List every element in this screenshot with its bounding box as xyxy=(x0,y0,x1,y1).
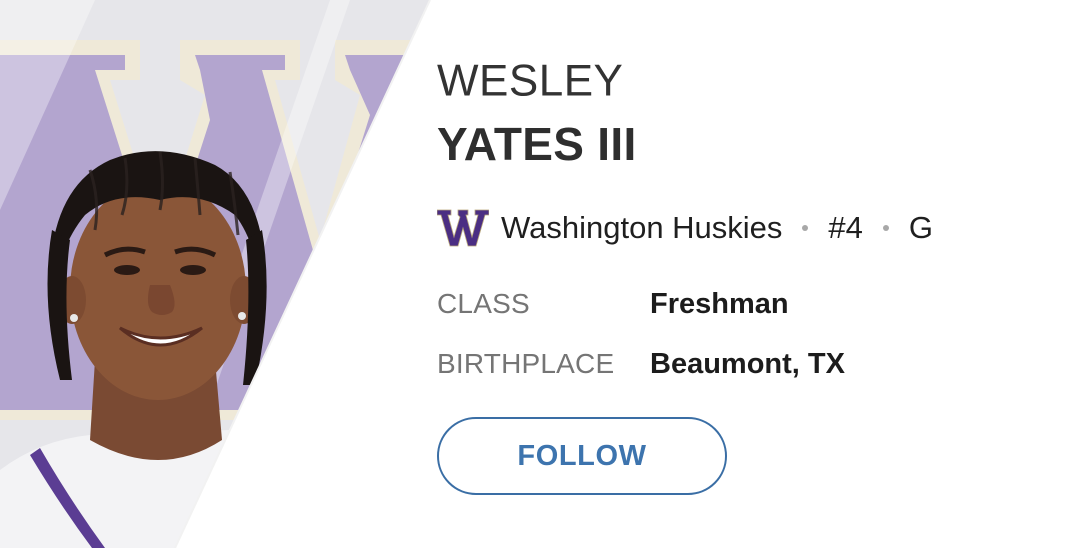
team-row: Washington Huskies #4 G xyxy=(437,206,933,250)
player-last-name: YATES III xyxy=(437,118,637,170)
separator-dot xyxy=(882,225,889,231)
separator-dot xyxy=(802,225,809,231)
player-hero xyxy=(0,0,440,548)
birthplace-label: BIRTHPLACE xyxy=(437,348,615,379)
birthplace-value: Beaumont, TX xyxy=(650,347,845,380)
team-logo-icon[interactable] xyxy=(437,208,489,248)
follow-button[interactable]: FOLLOW xyxy=(437,417,727,495)
player-info: WESLEY YATES III Washington Huskies #4 G… xyxy=(437,0,1057,548)
jersey-number: #4 xyxy=(828,210,863,245)
team-name-link[interactable]: Washington Huskies xyxy=(501,210,782,246)
class-label: CLASS xyxy=(437,288,530,319)
player-headshot xyxy=(0,0,440,548)
birthplace-row: BIRTHPLACE Beaumont, TX xyxy=(437,344,845,384)
class-value: Freshman xyxy=(650,287,789,320)
class-row: CLASS Freshman xyxy=(437,284,789,324)
player-position: G xyxy=(908,210,934,245)
player-first-name: WESLEY xyxy=(437,55,624,106)
